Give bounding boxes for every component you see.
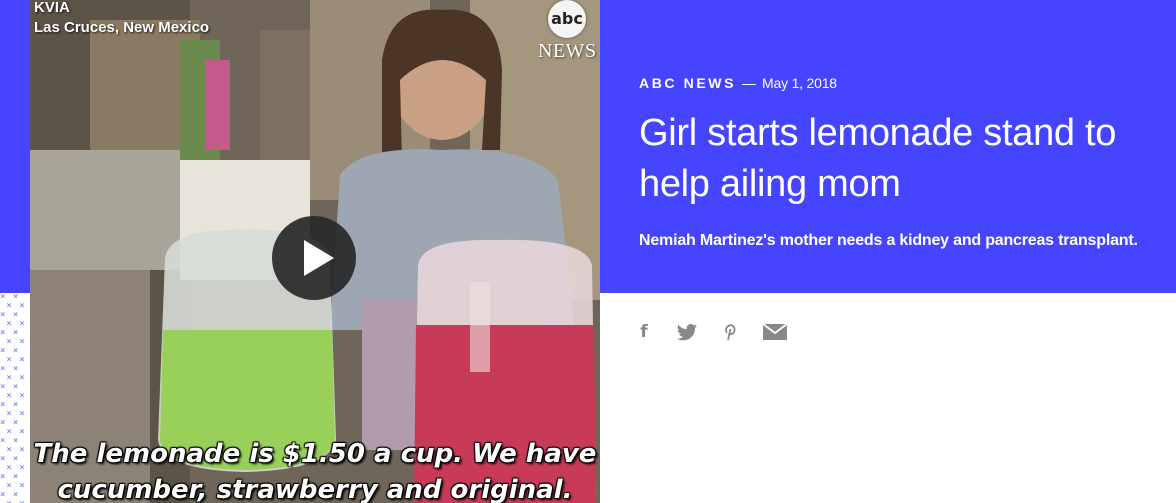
pinterest-icon[interactable] <box>722 320 738 344</box>
x-pattern-decoration: × × × × × × × × × × × × × × × × × × × × … <box>0 293 26 503</box>
caption-line-1: The lemonade is $1.50 a cup. We have <box>33 439 597 469</box>
abc-logo-news-text: NEWS <box>538 40 597 62</box>
video-source-overlay: KVIA Las Cruces, New Mexico <box>34 0 209 38</box>
video-caption: The lemonade is $1.50 a cup. We have cuc… <box>30 436 600 503</box>
caption-line-2: cucumber, strawberry and original. <box>57 475 573 503</box>
abc-logo-circle: abc <box>548 0 586 38</box>
meta-separator: — <box>742 75 757 91</box>
source-station: KVIA <box>34 0 70 16</box>
article-headline: Girl starts lemonade stand to help ailin… <box>639 112 1117 205</box>
article-date: May 1, 2018 <box>762 75 837 91</box>
video-player[interactable]: KVIA Las Cruces, New Mexico abc NEWS The… <box>30 0 600 503</box>
play-icon <box>304 240 334 276</box>
twitter-icon[interactable] <box>676 320 698 344</box>
email-icon[interactable] <box>762 320 788 344</box>
abc-news-logo: abc NEWS <box>538 0 596 62</box>
source-location: Las Cruces, New Mexico <box>34 19 210 36</box>
article-source[interactable]: ABC NEWS <box>639 75 736 91</box>
facebook-icon[interactable]: f <box>636 320 652 344</box>
article-meta: ABC NEWS — May 1, 2018 <box>639 74 837 92</box>
article-subheadline: Nemiah Martinez's mother needs a kidney … <box>639 232 1138 249</box>
share-bar: f <box>636 320 788 344</box>
play-button[interactable] <box>272 216 356 300</box>
